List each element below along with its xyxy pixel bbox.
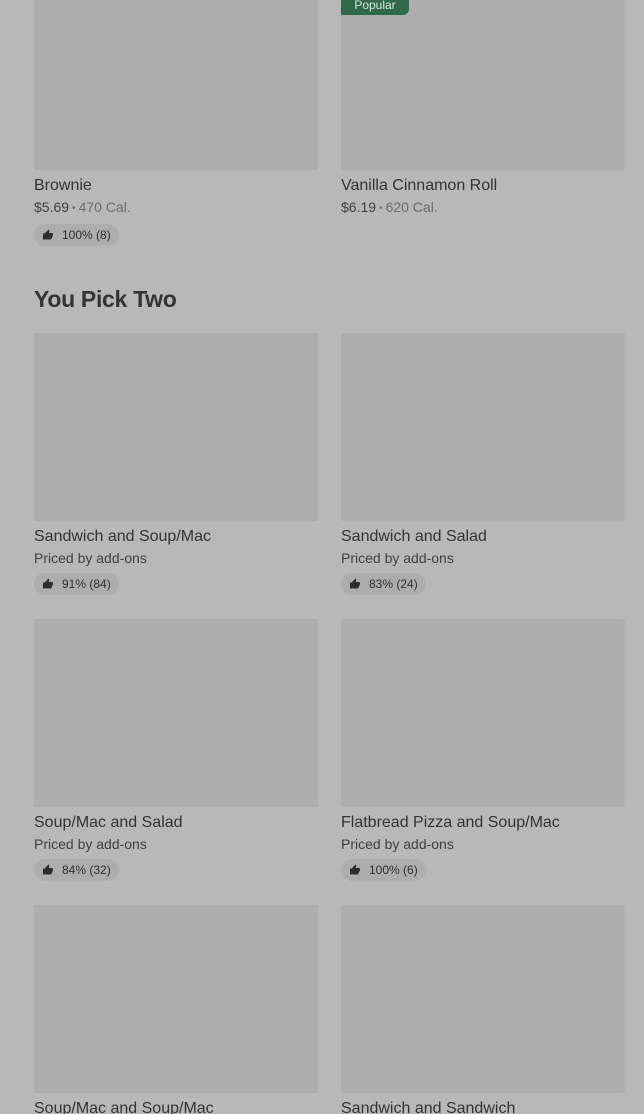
- popular-badge: Popular: [341, 0, 409, 15]
- menu-item-calories: 620 Cal.: [385, 199, 438, 215]
- menu-item-image[interactable]: [341, 0, 625, 170]
- rating-badge: 100% (8): [34, 224, 119, 246]
- section-title: You Pick Two: [34, 286, 177, 312]
- menu-item-price: Priced by add-ons: [341, 550, 454, 566]
- meta-separator: •: [379, 203, 383, 214]
- menu-item-name: Soup/Mac and Salad: [34, 814, 183, 831]
- thumbs-up-icon: [350, 578, 360, 589]
- menu-item-name: Sandwich and Sandwich: [341, 1100, 516, 1114]
- rating-text: 100% (6): [369, 863, 418, 877]
- menu-item-name: Brownie: [34, 177, 92, 194]
- rating-badge: 91% (84): [34, 573, 119, 595]
- menu-item-price: Priced by add-ons: [34, 550, 147, 566]
- menu-item-card[interactable]: Sandwich and Sandwich: [341, 905, 625, 1114]
- menu-item-card[interactable]: Sandwich and Soup/Mac Priced by add-ons …: [34, 333, 318, 595]
- menu-item-image[interactable]: [341, 333, 625, 521]
- menu-item-price: $5.69: [34, 199, 70, 215]
- menu-item-image[interactable]: [34, 619, 318, 807]
- menu-item-name: Vanilla Cinnamon Roll: [341, 177, 498, 194]
- menu-item-image[interactable]: [34, 0, 318, 170]
- menu-item-card[interactable]: Soup/Mac and Soup/Mac: [34, 905, 318, 1114]
- menu-item-price: $6.19: [341, 199, 377, 215]
- menu-page: Brownie $5.69 • 470 Cal. 100% (8) Vanilla …: [0, 0, 644, 1114]
- rating-badge: 100% (6): [341, 859, 426, 881]
- menu-item-meta: $6.19 • 620 Cal.: [341, 199, 625, 218]
- menu-item-image[interactable]: [34, 333, 318, 521]
- menu-item-name: Flatbread Pizza and Soup/Mac: [341, 814, 560, 831]
- menu-item-image[interactable]: [34, 905, 318, 1093]
- menu-item-card[interactable]: Brownie $5.69 • 470 Cal. 100% (8): [34, 0, 318, 246]
- menu-item-calories: 470 Cal.: [78, 199, 131, 215]
- menu-item-card[interactable]: Sandwich and Salad Priced by add-ons 83%…: [341, 333, 625, 595]
- menu-item-image[interactable]: [341, 619, 625, 807]
- thumbs-up-icon: [350, 864, 360, 875]
- rating-text: 83% (24): [369, 577, 418, 591]
- menu-item-name: Sandwich and Salad: [341, 528, 487, 545]
- menu-item-meta: $5.69 • 470 Cal.: [34, 199, 318, 218]
- menu-item-price: Priced by add-ons: [34, 836, 147, 852]
- menu-item-name: Soup/Mac and Soup/Mac: [34, 1100, 214, 1114]
- rating-badge: 83% (24): [341, 573, 426, 595]
- thumbs-up-icon: [43, 578, 53, 589]
- thumbs-up-icon: [43, 229, 53, 240]
- menu-item-image[interactable]: [341, 905, 625, 1093]
- menu-item-card[interactable]: Soup/Mac and Salad Priced by add-ons 84%…: [34, 619, 318, 881]
- menu-item-price: Priced by add-ons: [341, 836, 454, 852]
- menu-item-card[interactable]: Flatbread Pizza and Soup/Mac Priced by a…: [341, 619, 625, 881]
- thumbs-up-icon: [43, 864, 53, 875]
- rating-text: 84% (32): [62, 863, 111, 877]
- rating-text: 91% (84): [62, 577, 111, 591]
- menu-item-card[interactable]: Vanilla Cinnamon Roll $6.19 • 620 Cal.: [341, 0, 625, 218]
- meta-separator: •: [72, 203, 76, 214]
- menu-item-name: Sandwich and Soup/Mac: [34, 528, 211, 545]
- rating-badge: 84% (32): [34, 859, 119, 881]
- rating-text: 100% (8): [62, 228, 111, 242]
